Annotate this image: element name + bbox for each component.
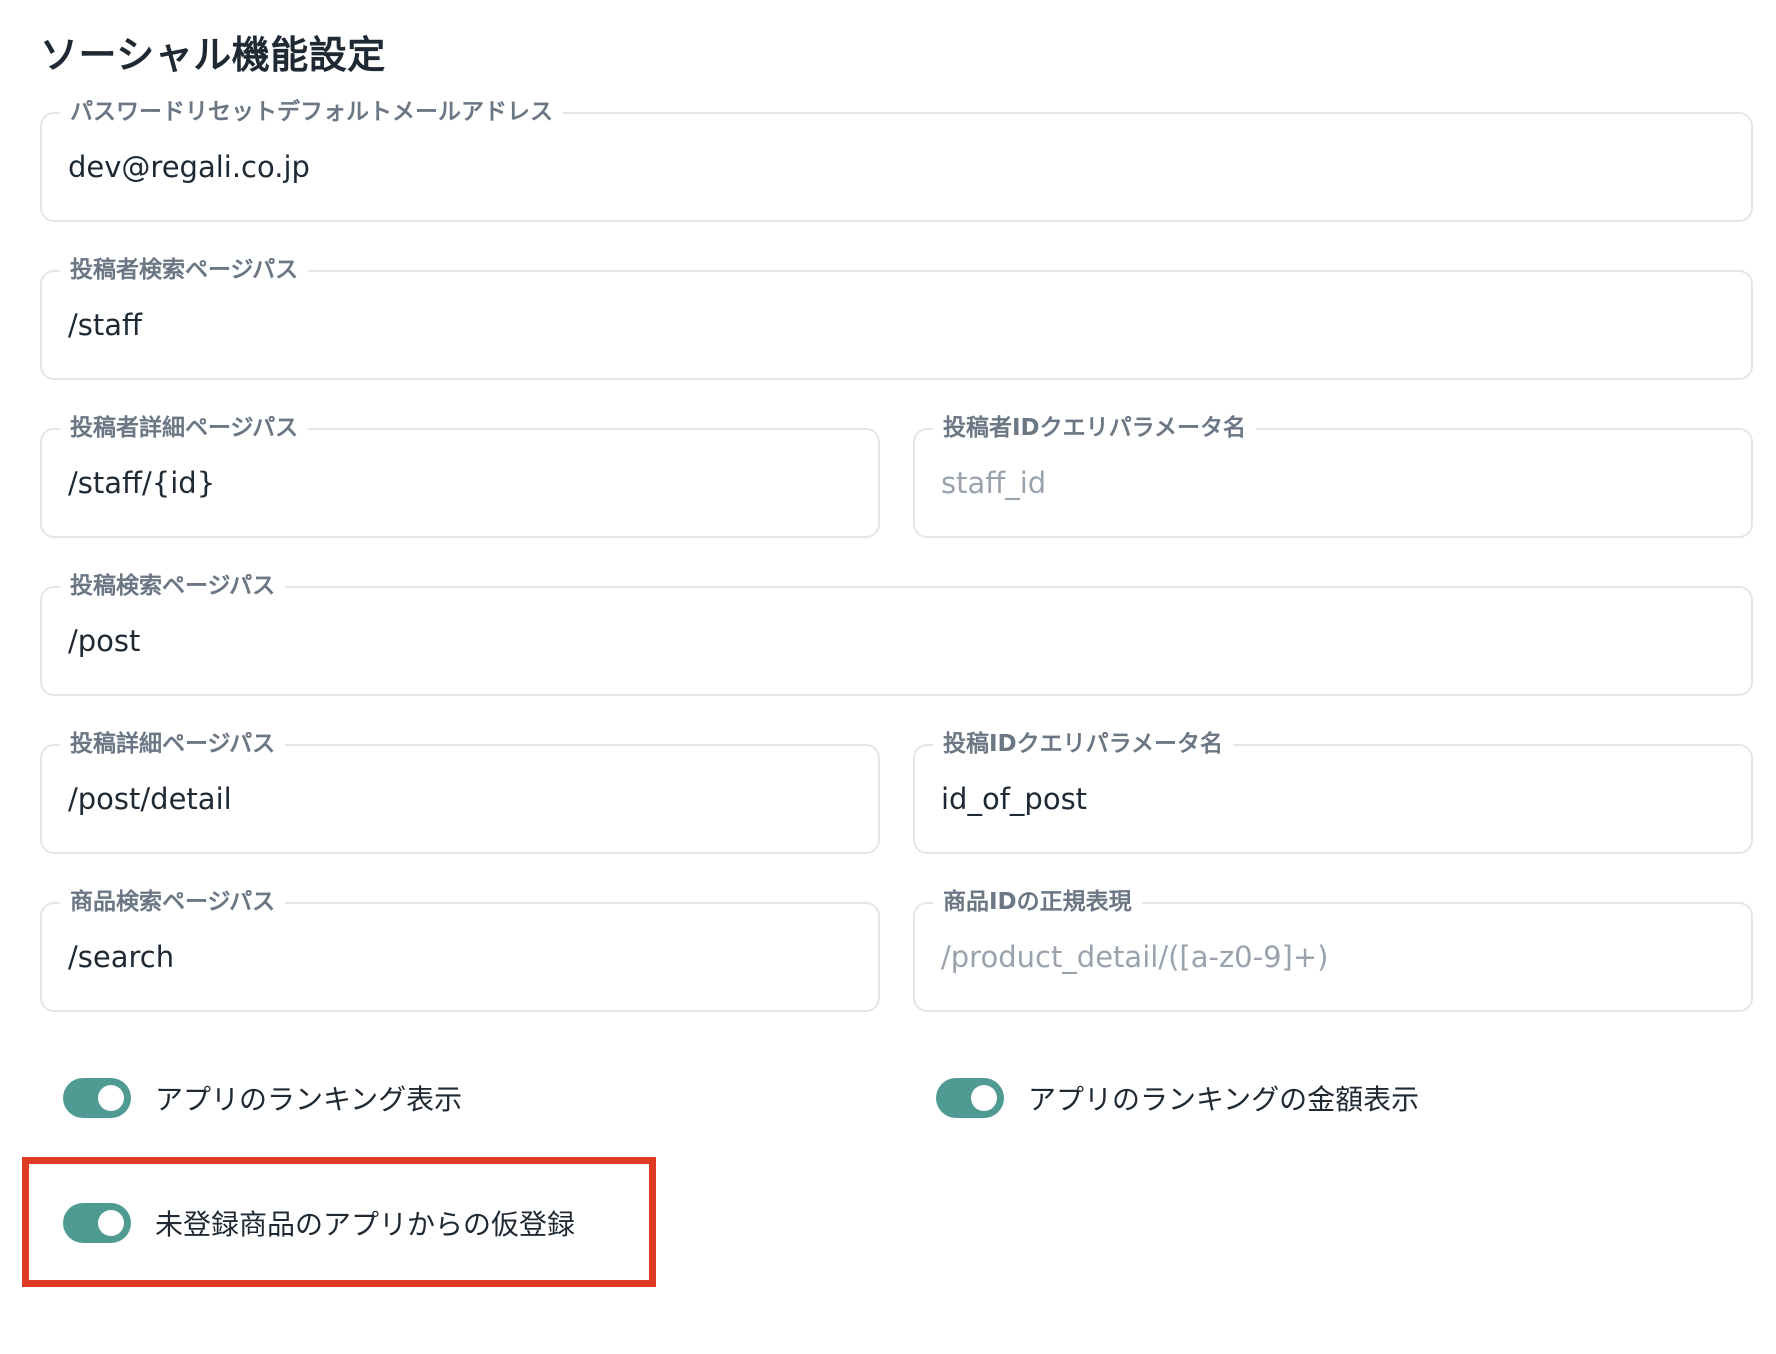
app-ranking-amount-display-toggle[interactable]	[936, 1078, 1004, 1118]
product-id-regex-label: 商品IDの正規表現	[933, 884, 1142, 920]
poster-search-path-label: 投稿者検索ページパス	[60, 252, 309, 288]
poster-detail-path-field[interactable]: 投稿者詳細ページパス /staff/{id}	[40, 410, 880, 538]
page-title: ソーシャル機能設定	[40, 33, 386, 77]
product-search-path-label: 商品検索ページパス	[60, 884, 286, 920]
app-ranking-amount-display-toggle-row: アプリのランキングの金額表示	[936, 1076, 1419, 1120]
unregistered-product-temp-registration-label: 未登録商品のアプリからの仮登録	[155, 1208, 576, 1241]
toggle-knob	[98, 1085, 124, 1111]
poster-search-path-field[interactable]: 投稿者検索ページパス /staff	[40, 252, 1753, 380]
unregistered-product-temp-registration-toggle[interactable]	[63, 1203, 131, 1243]
toggle-knob	[98, 1210, 124, 1236]
product-search-path-value: /search	[68, 940, 175, 974]
product-id-regex-field[interactable]: 商品IDの正規表現 /product_detail/([a-z0-9]+)	[913, 884, 1753, 1012]
password-reset-email-label: パスワードリセットデフォルトメールアドレス	[60, 94, 563, 130]
product-search-path-field[interactable]: 商品検索ページパス /search	[40, 884, 880, 1012]
post-search-path-value: /post	[68, 624, 141, 658]
app-ranking-display-toggle-row: アプリのランキング表示	[63, 1076, 462, 1120]
password-reset-email-field[interactable]: パスワードリセットデフォルトメールアドレス dev@regali.co.jp	[40, 94, 1753, 222]
post-detail-path-label: 投稿詳細ページパス	[60, 726, 286, 762]
app-ranking-display-toggle[interactable]	[63, 1078, 131, 1118]
post-search-path-label: 投稿検索ページパス	[60, 568, 286, 604]
poster-detail-path-label: 投稿者詳細ページパス	[60, 410, 309, 446]
product-id-regex-placeholder: /product_detail/([a-z0-9]+)	[941, 940, 1329, 974]
post-id-query-param-field[interactable]: 投稿IDクエリパラメータ名 id_of_post	[913, 726, 1753, 854]
post-detail-path-value: /post/detail	[68, 782, 232, 816]
poster-id-query-param-field[interactable]: 投稿者IDクエリパラメータ名 staff_id	[913, 410, 1753, 538]
post-id-query-param-value: id_of_post	[941, 782, 1088, 816]
poster-search-path-value: /staff	[68, 308, 143, 342]
password-reset-email-value: dev@regali.co.jp	[68, 150, 310, 184]
app-ranking-amount-display-label: アプリのランキングの金額表示	[1028, 1083, 1420, 1116]
poster-id-query-param-label: 投稿者IDクエリパラメータ名	[933, 410, 1256, 446]
poster-id-query-param-placeholder: staff_id	[941, 466, 1047, 500]
toggle-knob	[971, 1085, 997, 1111]
unregistered-product-temp-registration-toggle-row: 未登録商品のアプリからの仮登録	[63, 1201, 575, 1245]
poster-detail-path-value: /staff/{id}	[68, 466, 216, 500]
post-id-query-param-label: 投稿IDクエリパラメータ名	[933, 726, 1233, 762]
post-search-path-field[interactable]: 投稿検索ページパス /post	[40, 568, 1753, 696]
app-ranking-display-label: アプリのランキング表示	[155, 1083, 463, 1116]
post-detail-path-field[interactable]: 投稿詳細ページパス /post/detail	[40, 726, 880, 854]
